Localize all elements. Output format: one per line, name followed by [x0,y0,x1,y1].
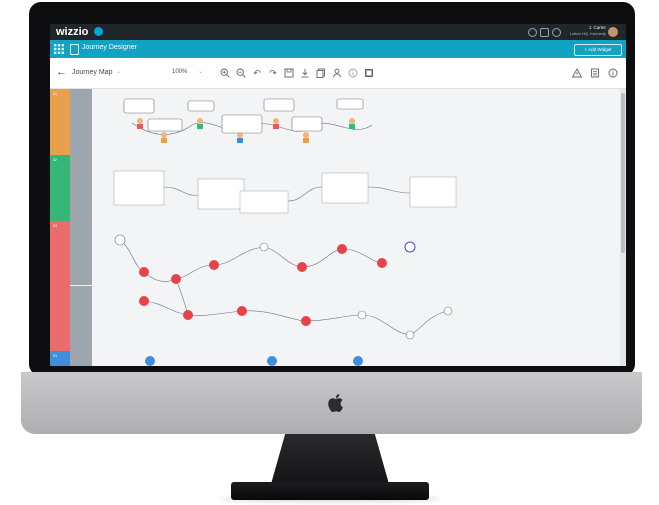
user-name: J. Carter [588,25,606,30]
redo-icon[interactable]: ↷ [268,68,278,78]
info-circle-icon[interactable] [608,68,618,78]
toolbar: ← Journey Map ⌄ 100% ⌄ ↶ ↷ [50,58,626,89]
user-org: Lutton HQ, Kennedy [569,31,606,36]
screen: wizzio J. Carter Lutton HQ, Kennedy Jour… [50,24,626,366]
document-icon [70,44,79,55]
grid-icon[interactable] [54,44,64,54]
apple-logo-icon [328,394,343,412]
page-title: Journey Designer [82,44,137,51]
brand-badge-icon[interactable] [94,27,103,36]
download-icon[interactable] [300,68,310,78]
back-arrow-icon[interactable]: ← [56,66,67,78]
map-name[interactable]: Journey Map [72,69,112,76]
info-icon[interactable] [348,68,358,78]
stand-shadow [220,496,440,502]
notes-icon[interactable] [590,68,600,78]
chevron-down-icon[interactable]: ⌄ [116,68,121,75]
stage-lane-1[interactable]: 01 [50,89,70,155]
image-icon[interactable] [364,68,374,78]
sub-lane-3b[interactable] [70,286,92,351]
stage-lane-3[interactable]: 03 [50,221,70,351]
person-icon[interactable] [332,68,342,78]
speech-bubbles [123,98,364,134]
add-widget-button[interactable]: + Add Widget [574,44,622,56]
flow-nodes [114,234,453,340]
brand-logo: wizzio [56,26,89,38]
zoom-chevron-icon[interactable]: ⌄ [198,68,203,75]
journey-canvas[interactable]: 01 02 03 04 [50,89,626,366]
flow-connectors [119,239,449,336]
phone-icon[interactable] [540,28,549,37]
monitor-stand-neck [271,434,389,484]
sub-lane-3a[interactable] [70,221,92,285]
zoom-level[interactable]: 100% [172,69,187,75]
warning-icon[interactable] [572,68,582,78]
save-icon[interactable] [284,68,294,78]
zoom-out-icon[interactable] [236,68,246,78]
wireframes [113,170,457,214]
zoom-in-icon[interactable] [220,68,230,78]
scrollbar-thumb[interactable] [621,93,625,253]
journey-diagram[interactable] [92,89,620,366]
sub-lane-1[interactable] [70,89,92,155]
app-header: Journey Designer + Add Widget [50,40,626,58]
lane-4-nodes [145,356,363,366]
copy-icon[interactable] [316,68,326,78]
avatar[interactable] [608,27,618,37]
search-icon[interactable] [528,28,537,37]
top-bar: wizzio J. Carter Lutton HQ, Kennedy [50,24,626,40]
undo-icon[interactable]: ↶ [252,68,262,78]
sub-lane-4[interactable] [70,351,92,366]
sub-lane-2[interactable] [70,155,92,221]
stage-lane-2[interactable]: 02 [50,155,70,221]
stage-lane-4[interactable]: 04 [50,351,70,366]
